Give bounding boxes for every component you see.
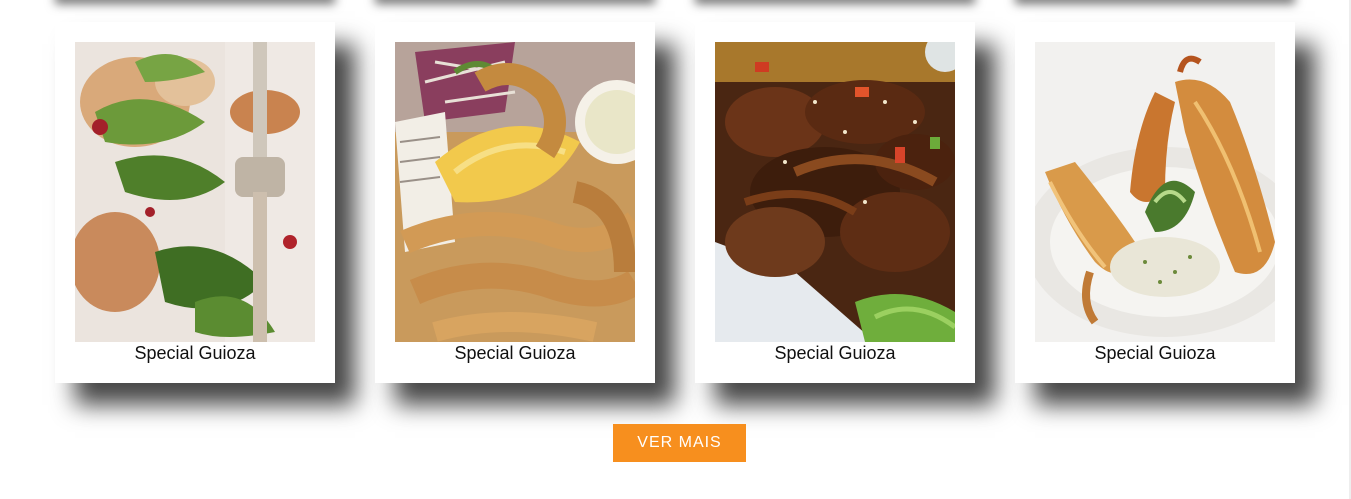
fried-fish-image (395, 42, 635, 342)
dish-card[interactable]: Special Guioza (1015, 22, 1295, 383)
dish-photo-fried-fish[interactable] (395, 42, 635, 342)
dish-caption: Special Guioza (1094, 343, 1216, 363)
salad-image (75, 42, 315, 342)
kataifi-shrimp-image (1035, 42, 1275, 342)
dish-caption: Special Guioza (454, 343, 576, 363)
dish-card[interactable]: Special Guioza (695, 22, 975, 383)
glazed-ribs-image (715, 42, 955, 342)
dish-photo-glazed-ribs[interactable] (715, 42, 955, 342)
dish-photo-salad[interactable] (75, 42, 315, 342)
menu-gallery-section: Special Guioza Special Guioza Special Gu… (0, 0, 1351, 499)
ver-mais-button[interactable]: VER MAIS (613, 424, 746, 462)
dish-photo-kataifi-shrimp[interactable] (1035, 42, 1275, 342)
dish-caption: Special Guioza (774, 343, 896, 363)
dish-card[interactable]: Special Guioza (375, 22, 655, 383)
dish-caption: Special Guioza (134, 343, 256, 363)
dish-card[interactable]: Special Guioza (55, 22, 335, 383)
